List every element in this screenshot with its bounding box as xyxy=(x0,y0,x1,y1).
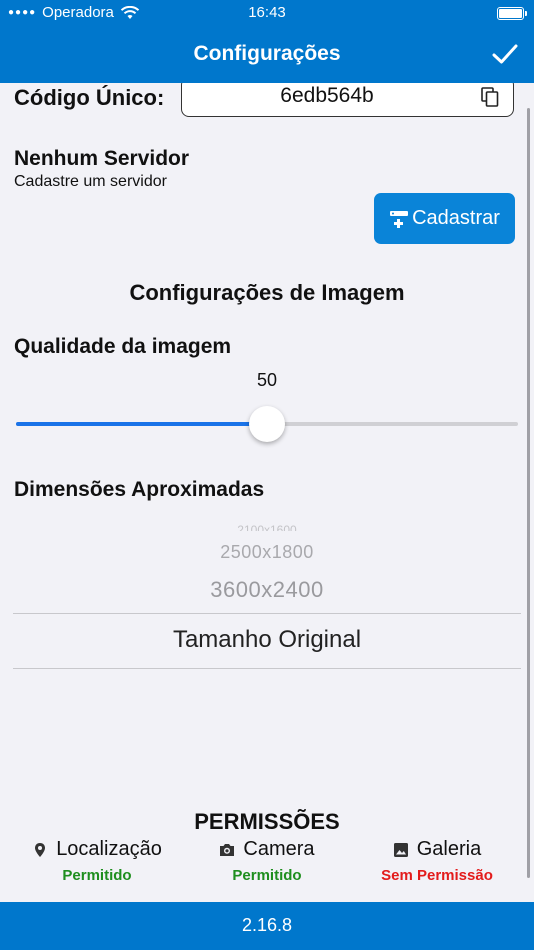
permission-gallery[interactable]: Galeria Sem Permissão xyxy=(348,838,526,884)
picker-selected-option[interactable]: Tamanho Original xyxy=(0,626,534,654)
unique-code-field[interactable]: 6edb564b xyxy=(181,83,514,117)
camera-icon xyxy=(220,843,235,856)
page-title: Configurações xyxy=(193,42,341,65)
app-version: 2.16.8 xyxy=(241,915,293,935)
dimensions-picker[interactable]: 2100x1600 2500x1800 3600x2400 Tamanho Or… xyxy=(0,519,534,669)
permissions-title: PERMISSÕES xyxy=(194,809,340,834)
status-bar: ●●●● Operadora 16:43 xyxy=(0,0,534,27)
register-server-button[interactable]: Cadastrar xyxy=(374,193,515,244)
dimensions-label: Dimensões Aproximadas xyxy=(14,478,265,501)
picker-option[interactable]: 3600x2400 xyxy=(0,577,534,603)
quality-slider-fill xyxy=(16,422,267,426)
server-title: Nenhum Servidor xyxy=(14,147,190,170)
permission-label: Camera xyxy=(243,838,315,860)
unique-code-label: Código Único: xyxy=(14,85,165,110)
version-footer: 2.16.8 xyxy=(0,902,534,950)
battery-icon xyxy=(497,7,527,20)
copy-icon[interactable] xyxy=(481,87,499,107)
scrollbar[interactable] xyxy=(527,108,530,878)
permission-camera[interactable]: Camera Permitido xyxy=(178,838,356,884)
picker-option[interactable]: 2500x1800 xyxy=(0,542,534,563)
location-pin-icon xyxy=(35,842,46,857)
unique-code-value: 6edb564b xyxy=(280,84,374,107)
permission-status: Sem Permissão xyxy=(381,867,493,884)
permission-label: Galeria xyxy=(416,838,482,860)
permission-label: Localização xyxy=(56,838,162,860)
picker-option[interactable]: 2100x1600 xyxy=(0,523,534,531)
add-server-icon xyxy=(390,210,409,228)
server-subtitle: Cadastre um servidor xyxy=(14,173,167,190)
quality-slider[interactable] xyxy=(16,406,518,442)
permission-status: Permitido xyxy=(232,867,302,884)
status-time: 16:43 xyxy=(248,4,286,21)
picker-divider-bottom xyxy=(13,668,521,669)
image-icon xyxy=(393,842,408,857)
checkmark-icon[interactable] xyxy=(490,39,520,69)
register-server-label: Cadastrar xyxy=(412,207,500,229)
permission-location[interactable]: Localização Permitido xyxy=(8,838,186,884)
settings-scroll-view[interactable]: Código Único: 6edb564b Nenhum Servidor C… xyxy=(0,83,534,902)
quality-slider-thumb[interactable] xyxy=(249,406,285,442)
quality-value: 50 xyxy=(256,370,278,390)
quality-label: Qualidade da imagem xyxy=(14,335,232,358)
navigation-bar: Configurações xyxy=(0,27,534,83)
picker-divider-top xyxy=(13,613,521,614)
permission-status: Permitido xyxy=(62,867,132,884)
image-settings-title: Configurações de Imagem xyxy=(129,280,405,305)
